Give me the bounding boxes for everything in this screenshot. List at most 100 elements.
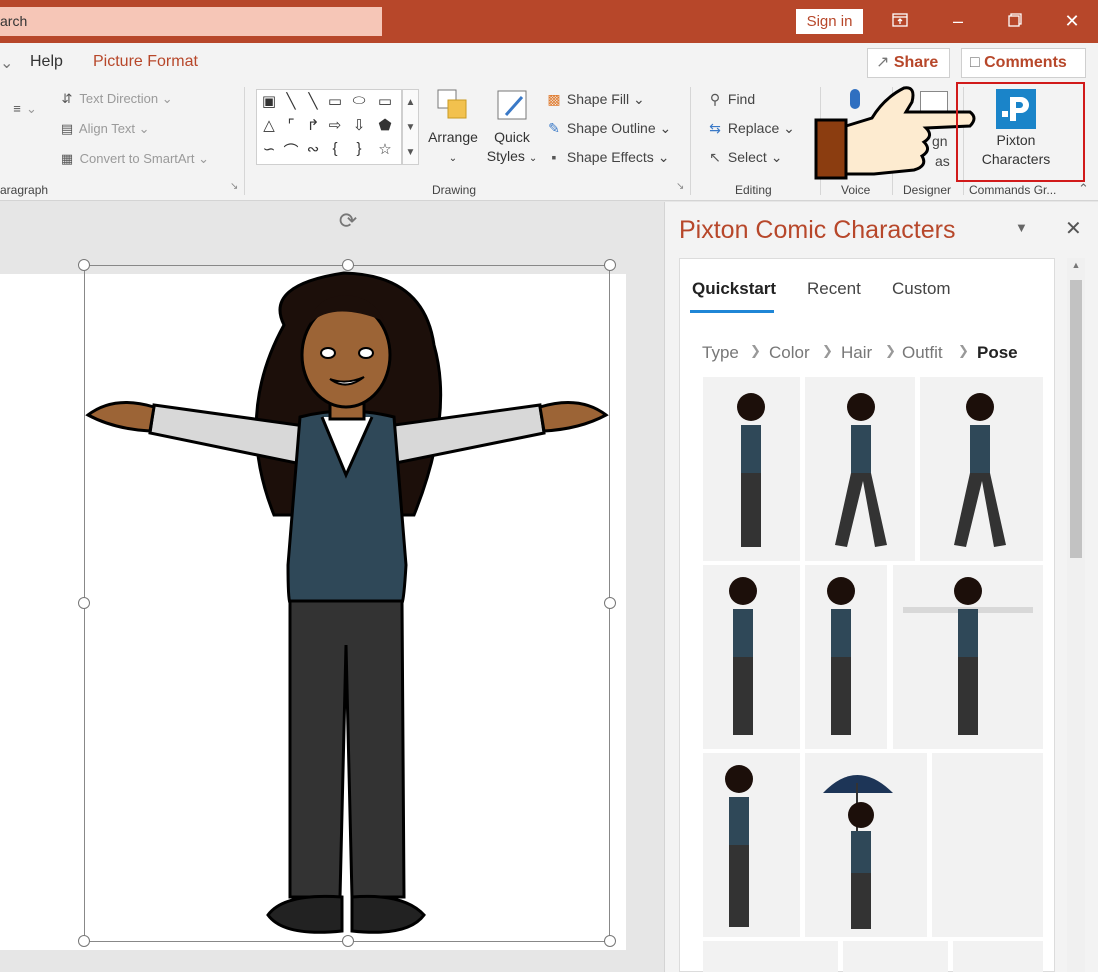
tab-recent[interactable]: Recent xyxy=(807,279,861,299)
text-direction-button[interactable]: ⇵ Text Direction ⌄ xyxy=(58,91,173,107)
pose-tile[interactable] xyxy=(703,941,838,972)
line-spacing-button[interactable]: ≡ ⌄ xyxy=(8,101,37,117)
gallery-down-icon[interactable]: ▼ xyxy=(403,115,418,140)
textbox-shape-icon[interactable]: ▣ xyxy=(259,92,279,110)
align-text-icon: ▤ xyxy=(60,121,74,136)
resize-handle[interactable] xyxy=(604,597,616,609)
pose-tile[interactable] xyxy=(805,565,887,749)
resize-handle[interactable] xyxy=(78,259,90,271)
rounded-rect-shape-icon[interactable]: ▭ xyxy=(375,92,395,110)
quick-styles-icon xyxy=(497,90,527,120)
drawing-dialog-launcher-icon[interactable]: ↘ xyxy=(676,181,684,192)
paragraph-dialog-launcher-icon[interactable]: ↘ xyxy=(230,181,238,192)
tab-chevron-icon: ⌄ xyxy=(0,55,14,72)
pose-tile[interactable] xyxy=(953,941,1043,972)
tab-custom[interactable]: Custom xyxy=(892,279,951,299)
down-arrow-shape-icon[interactable]: ⇩ xyxy=(349,116,369,134)
quick-styles-button[interactable]: Quick Styles ⌄ xyxy=(484,87,540,168)
group-label-voice: Voice xyxy=(841,183,871,197)
curve-shape-icon[interactable]: ∾ xyxy=(303,140,323,158)
minimize-icon[interactable]: – xyxy=(938,6,978,36)
left-brace-shape-icon[interactable]: { xyxy=(325,140,345,157)
select-button[interactable]: ↖ Select ⌄ xyxy=(706,149,782,166)
comments-button[interactable]: □ Comments xyxy=(961,48,1086,78)
ribbon-display-options-icon[interactable] xyxy=(880,6,920,36)
selection-frame xyxy=(84,265,610,942)
restore-icon[interactable] xyxy=(995,6,1035,36)
triangle-shape-icon[interactable]: △ xyxy=(259,116,279,134)
arc-shape-icon[interactable]: ⌒ xyxy=(281,140,301,161)
scroll-thumb[interactable] xyxy=(1070,280,1082,558)
scroll-up-icon[interactable]: ▲ xyxy=(1067,260,1085,270)
pane-scrollbar[interactable]: ▲ xyxy=(1067,258,1085,972)
breadcrumb-color[interactable]: Color xyxy=(769,343,810,363)
resize-handle[interactable] xyxy=(342,935,354,947)
right-brace-shape-icon[interactable]: } xyxy=(349,140,369,157)
resize-handle[interactable] xyxy=(78,597,90,609)
line-shape-icon[interactable]: ╲ xyxy=(303,92,323,110)
highlight-box xyxy=(956,82,1085,182)
smartart-icon: ▦ xyxy=(60,151,74,166)
group-label-paragraph: aragraph xyxy=(0,183,49,197)
tab-help[interactable]: Help xyxy=(30,53,63,71)
resize-handle[interactable] xyxy=(604,935,616,947)
breadcrumb-outfit[interactable]: Outfit xyxy=(902,343,943,363)
breadcrumb-hair[interactable]: Hair xyxy=(841,343,872,363)
close-window-icon[interactable]: ✕ xyxy=(1052,6,1092,36)
elbow-arrow-icon[interactable]: ↱ xyxy=(303,116,323,134)
cursor-arrow-icon: ↖ xyxy=(709,149,721,165)
right-arrow-shape-icon[interactable]: ⇨ xyxy=(325,116,345,134)
pose-tile[interactable] xyxy=(805,753,927,937)
sign-in-button[interactable]: Sign in xyxy=(796,9,863,34)
breadcrumb-pose[interactable]: Pose xyxy=(977,343,1018,363)
pane-options-icon[interactable]: ▼ xyxy=(1015,220,1028,235)
replace-button[interactable]: ⇆ Replace ⌄ xyxy=(706,120,795,137)
tab-quickstart[interactable]: Quickstart xyxy=(692,279,776,299)
shape-fill-button[interactable]: ▩ Shape Fill ⌄ xyxy=(545,91,644,108)
pose-tile[interactable] xyxy=(703,753,800,937)
pose-tile[interactable] xyxy=(920,377,1043,561)
resize-handle[interactable] xyxy=(342,259,354,271)
comment-icon: □ xyxy=(970,54,980,71)
pose-tile-empty[interactable] xyxy=(932,753,1043,937)
freeform-shape-icon[interactable]: ∽ xyxy=(259,140,279,158)
pentagon-shape-icon[interactable]: ⬟ xyxy=(375,116,395,134)
tab-picture-format[interactable]: Picture Format xyxy=(93,53,198,71)
pose-tile[interactable] xyxy=(805,377,915,561)
gallery-up-icon[interactable]: ▲ xyxy=(403,90,418,115)
search-box[interactable]: arch xyxy=(0,7,382,36)
group-label-editing: Editing xyxy=(735,183,772,197)
find-button[interactable]: ⚲ Find xyxy=(706,91,755,108)
rectangle-shape-icon[interactable]: ▭ xyxy=(325,92,345,110)
elbow-connector-icon[interactable]: ⌜ xyxy=(281,116,301,134)
line-shape-icon[interactable]: ╲ xyxy=(281,92,301,110)
pixton-task-pane: Pixton Comic Characters ▼ ✕ Quickstart R… xyxy=(664,202,1098,972)
resize-handle[interactable] xyxy=(78,935,90,947)
pose-tile[interactable] xyxy=(703,565,800,749)
convert-smartart-button[interactable]: ▦ Convert to SmartArt ⌄ xyxy=(58,151,209,167)
active-tab-indicator xyxy=(690,310,774,313)
gallery-more-icon[interactable]: ▼ xyxy=(403,140,418,165)
pane-close-icon[interactable]: ✕ xyxy=(1065,216,1082,241)
arrange-button[interactable]: Arrange ⌄ xyxy=(424,87,482,168)
shapes-gallery-scroll[interactable]: ▲ ▼ ▼ xyxy=(402,89,419,165)
oval-shape-icon[interactable]: ⬭ xyxy=(349,92,369,109)
group-label-commands: Commands Gr... xyxy=(969,183,1057,197)
collapse-ribbon-icon[interactable]: ⌃ xyxy=(1078,181,1089,197)
shape-outline-button[interactable]: ✎ Shape Outline ⌄ xyxy=(545,120,671,137)
divider xyxy=(244,87,245,195)
align-text-button[interactable]: ▤ Align Text ⌄ xyxy=(58,121,150,137)
breadcrumb-chevron-icon: ❯ xyxy=(750,343,761,358)
pose-tile[interactable] xyxy=(703,377,800,561)
shape-effects-button[interactable]: ▪ Shape Effects ⌄ xyxy=(545,149,670,166)
pose-tile[interactable] xyxy=(843,941,948,972)
breadcrumb-type[interactable]: Type xyxy=(702,343,739,363)
rotate-handle-icon[interactable]: ⟳ xyxy=(335,208,361,234)
pose-tile[interactable] xyxy=(893,565,1043,749)
share-button[interactable]: ↗ Share xyxy=(867,48,950,78)
title-bar: arch Sign in – ✕ xyxy=(0,0,1098,43)
shapes-gallery[interactable]: ▣ ╲ ╲ ▭ ⬭ ▭ △ ⌜ ↱ ⇨ ⇩ ⬟ ∽ ⌒ ∾ { } ☆ xyxy=(256,89,402,165)
resize-handle[interactable] xyxy=(604,259,616,271)
star-shape-icon[interactable]: ☆ xyxy=(375,140,395,158)
group-label-drawing: Drawing xyxy=(432,183,477,197)
